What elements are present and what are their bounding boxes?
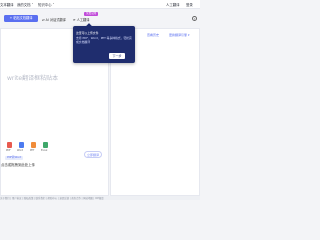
pdf-to-word-tag[interactable]: PDF转Word: [5, 156, 24, 160]
human-translate-link[interactable]: ⟳ 人工翻译: [73, 17, 89, 22]
tooltip-next-button[interactable]: 下一步: [109, 53, 125, 59]
onboarding-tooltip: 这里可以上传文件 支持 PDF、Word、PPT 等多种格式，轻松完成文档翻译 …: [73, 23, 135, 63]
engine-select[interactable]: 更换翻译引擎 ▾: [169, 33, 189, 37]
free-trial-badge: 免费试用: [84, 11, 99, 16]
ai-translate-link[interactable]: ⇄ AI 对话式翻译: [42, 17, 66, 22]
pdf-icon[interactable]: [7, 142, 12, 148]
ppt-icon[interactable]: [31, 142, 36, 148]
file-type-word: Word: [17, 149, 24, 152]
file-type-excel: Excel: [41, 149, 48, 152]
file-type-ppt: PPT: [30, 149, 35, 152]
nav-human-translate[interactable]: 人工翻译: [166, 2, 180, 7]
upload-label[interactable]: 点击或拖拽到此处上传: [1, 162, 35, 167]
translate-button[interactable]: 立即翻译: [84, 151, 102, 158]
nav-item-knowledge[interactable]: 知识中心 ˅: [38, 2, 54, 7]
help-icon[interactable]: ?: [192, 16, 197, 21]
source-placeholder[interactable]: write翻译框粘贴本: [7, 73, 58, 82]
word-icon[interactable]: [19, 142, 24, 148]
login-link[interactable]: 登录: [186, 2, 193, 7]
nav-item-text-translate[interactable]: 文本翻译: [0, 2, 14, 7]
top-navigation: 文本翻译 我的文档 ˅ 知识中心 ˅ 人工翻译 登录: [0, 0, 200, 9]
tooltip-arrow: [86, 23, 92, 29]
tooltip-body: 支持 PDF、Word、PPT 等多种格式，轻松完成文档翻译: [76, 36, 132, 44]
footer-links[interactable]: 关于我们 | 用户协议 | 隐私政策 | 联系我们 | 帮助中心 | 意见反馈 …: [0, 196, 104, 200]
upload-document-button[interactable]: + 粘贴文档翻译: [4, 15, 38, 22]
file-type-pdf: PDF: [6, 149, 11, 152]
tooltip-title: 这里可以上传文件: [76, 31, 99, 35]
excel-icon[interactable]: [43, 142, 48, 148]
history-link[interactable]: 查看历史: [147, 33, 159, 37]
nav-item-my-docs[interactable]: 我的文档 ˅: [17, 2, 33, 7]
footer: 关于我们 | 用户协议 | 隐私政策 | 联系我们 | 帮助中心 | 意见反馈 …: [0, 196, 200, 200]
